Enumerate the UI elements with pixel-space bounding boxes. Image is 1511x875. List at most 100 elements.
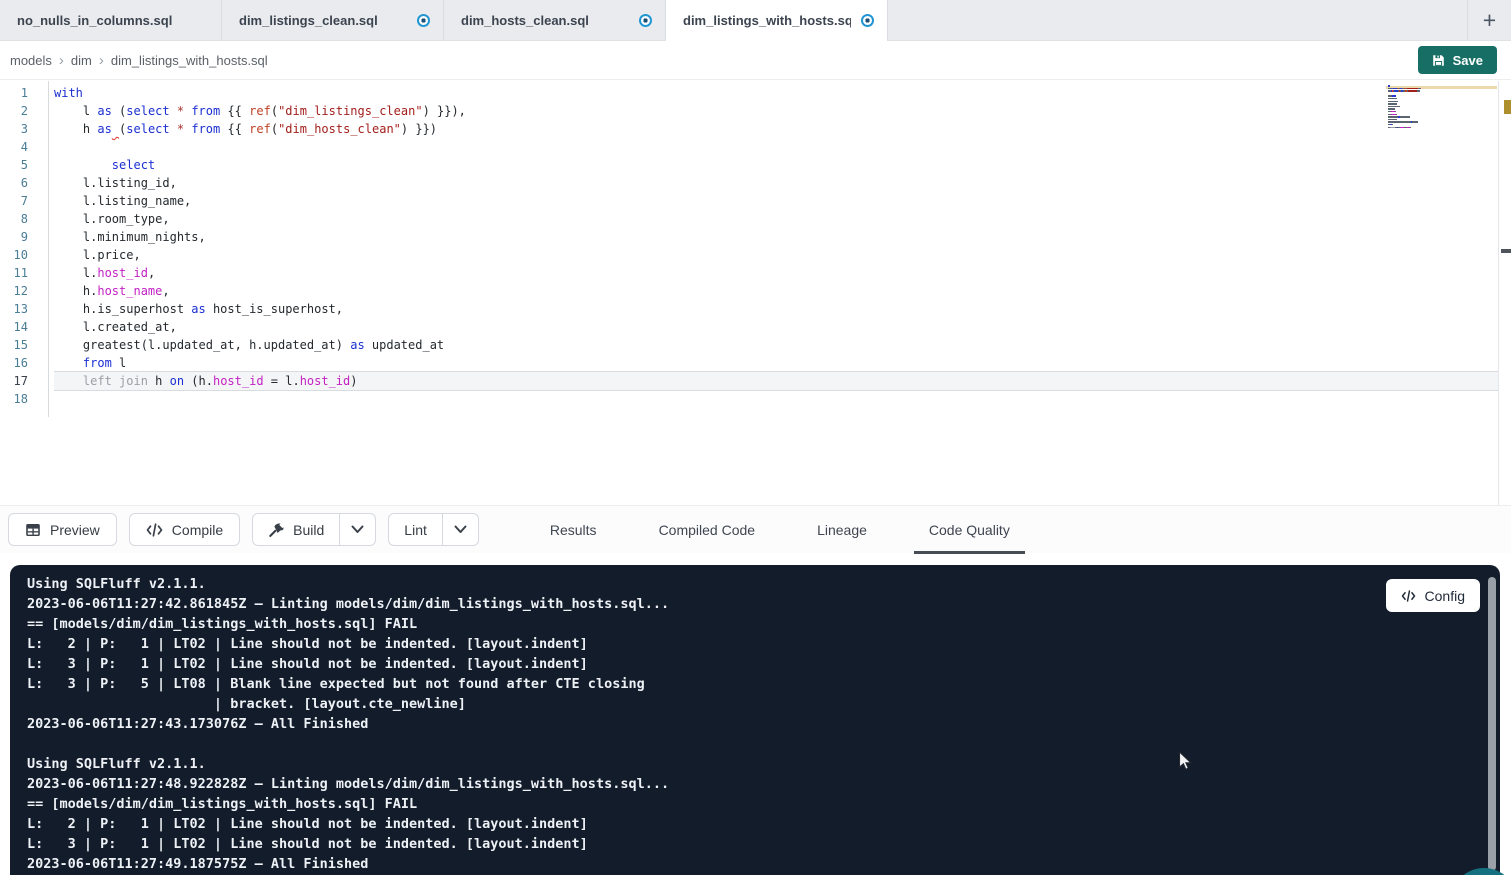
minimap-line [1388, 88, 1448, 90]
preview-button-label: Preview [50, 522, 100, 538]
code-editor: 123456789101112131415161718 with l as (s… [0, 81, 1511, 505]
minimap-line [1388, 95, 1448, 97]
lint-button[interactable]: Lint [389, 514, 442, 545]
file-tab[interactable]: no_nulls_in_columns.sql [0, 0, 222, 40]
code-line: l.listing_id, [54, 174, 1511, 192]
line-number: 5 [0, 156, 48, 174]
save-icon [1432, 54, 1445, 67]
lint-button-group: Lint [388, 513, 479, 546]
code-line: greatest(l.updated_at, h.updated_at) as … [54, 336, 1511, 354]
tab-bar-tabs: no_nulls_in_columns.sql dim_listings_clea… [0, 0, 888, 40]
chevron-down-icon [351, 525, 364, 534]
line-number: 4 [0, 138, 48, 156]
new-tab-button[interactable]: + [1467, 0, 1511, 40]
code-line: l.listing_name, [54, 192, 1511, 210]
code-line: l as (select * from {{ ref("dim_listings… [54, 102, 1511, 120]
config-button-label: Config [1425, 588, 1465, 604]
code-line: l.created_at, [54, 318, 1511, 336]
build-button-group: Build [252, 513, 376, 546]
code-line: left join h on (h.host_id = l.host_id) [54, 372, 1511, 390]
line-number: 10 [0, 246, 48, 264]
breadcrumb-item[interactable]: models [10, 53, 52, 68]
line-number: 3 [0, 120, 48, 138]
hammer-icon [268, 522, 284, 538]
breadcrumb-item[interactable]: dim [71, 53, 92, 68]
code-icon [1401, 590, 1416, 602]
line-number: 2 [0, 102, 48, 120]
code-line: l.minimum_nights, [54, 228, 1511, 246]
tab-bar-filler [888, 0, 1467, 40]
code-line: l.room_type, [54, 210, 1511, 228]
file-tab[interactable]: dim_listings_clean.sql [222, 0, 444, 40]
terminal-scrollbar[interactable] [1488, 577, 1496, 871]
breadcrumb-separator: › [99, 53, 104, 68]
lint-button-label: Lint [404, 522, 427, 538]
breadcrumb-separator: › [59, 53, 64, 68]
line-number: 14 [0, 318, 48, 336]
preview-button[interactable]: Preview [8, 513, 117, 546]
save-button-label: Save [1453, 53, 1483, 68]
minimap-line [1388, 124, 1448, 126]
editor-scrollbar[interactable] [1498, 81, 1511, 505]
code-line: from l [54, 354, 1511, 372]
tab-results[interactable]: Results [535, 506, 612, 554]
tab-compiled-code[interactable]: Compiled Code [644, 506, 771, 554]
line-number: 9 [0, 228, 48, 246]
terminal-output: Using SQLFluff v2.1.1. 2023-06-06T11:27:… [10, 565, 1500, 874]
minimap-line [1388, 129, 1448, 131]
line-number: 18 [0, 390, 48, 408]
compile-button[interactable]: Compile [129, 513, 240, 546]
tab-lineage[interactable]: Lineage [802, 506, 882, 554]
minimap-line [1388, 106, 1448, 108]
build-dropdown-toggle[interactable] [339, 514, 375, 545]
minimap-line [1388, 119, 1448, 121]
line-number: 8 [0, 210, 48, 228]
code-line: h.is_superhost as host_is_superhost, [54, 300, 1511, 318]
save-button[interactable]: Save [1418, 46, 1497, 74]
line-number: 1 [0, 84, 48, 102]
code-line [54, 138, 1511, 156]
line-number: 17 [0, 372, 48, 390]
minimap-line [1388, 90, 1448, 92]
action-toolbar: Preview Compile Build Lint [0, 505, 1511, 553]
line-number: 15 [0, 336, 48, 354]
minimap[interactable] [1388, 85, 1448, 132]
build-button-label: Build [293, 522, 324, 538]
line-number: 12 [0, 282, 48, 300]
tab-bar: no_nulls_in_columns.sql dim_listings_clea… [0, 0, 1511, 41]
breadcrumb: models › dim › dim_listings_with_hosts.sql [10, 53, 268, 68]
editor-header: models › dim › dim_listings_with_hosts.sql S… [0, 41, 1511, 80]
line-number: 7 [0, 192, 48, 210]
scrollbar-warning-marker [1504, 100, 1511, 114]
line-number: 13 [0, 300, 48, 318]
minimap-line [1388, 98, 1448, 100]
code-line: h.host_name, [54, 282, 1511, 300]
tab-code-quality[interactable]: Code Quality [914, 506, 1025, 554]
terminal-panel: Using SQLFluff v2.1.1. 2023-06-06T11:27:… [10, 565, 1500, 875]
minimap-line [1388, 111, 1448, 113]
file-tab-label: dim_hosts_clean.sql [461, 13, 589, 28]
line-number: 6 [0, 174, 48, 192]
code-content[interactable]: with l as (select * from {{ ref("dim_lis… [49, 81, 1511, 505]
result-tabs: Results Compiled Code Lineage Code Quality [519, 506, 1041, 554]
code-line: h as (select * from {{ ref("dim_hosts_cl… [54, 120, 1511, 138]
config-button[interactable]: Config [1386, 579, 1480, 612]
scrollbar-position-marker [1501, 249, 1511, 253]
minimap-line [1388, 127, 1448, 129]
compile-button-label: Compile [172, 522, 223, 538]
code-line: select [54, 156, 1511, 174]
code-icon [146, 523, 163, 537]
file-tab[interactable]: dim_listings_with_hosts.sql [666, 0, 888, 40]
file-tab[interactable]: dim_hosts_clean.sql [444, 0, 666, 40]
minimap-line [1388, 85, 1448, 87]
lint-dropdown-toggle[interactable] [442, 514, 478, 545]
line-number-gutter: 123456789101112131415161718 [0, 81, 49, 417]
modified-indicator-icon [639, 14, 652, 27]
minimap-line [1388, 121, 1448, 123]
file-tab-label: no_nulls_in_columns.sql [17, 13, 172, 28]
file-tab-label: dim_listings_clean.sql [239, 13, 378, 28]
build-button[interactable]: Build [253, 514, 339, 545]
chevron-down-icon [454, 525, 467, 534]
modified-indicator-icon [417, 14, 430, 27]
breadcrumb-item[interactable]: dim_listings_with_hosts.sql [111, 53, 268, 68]
